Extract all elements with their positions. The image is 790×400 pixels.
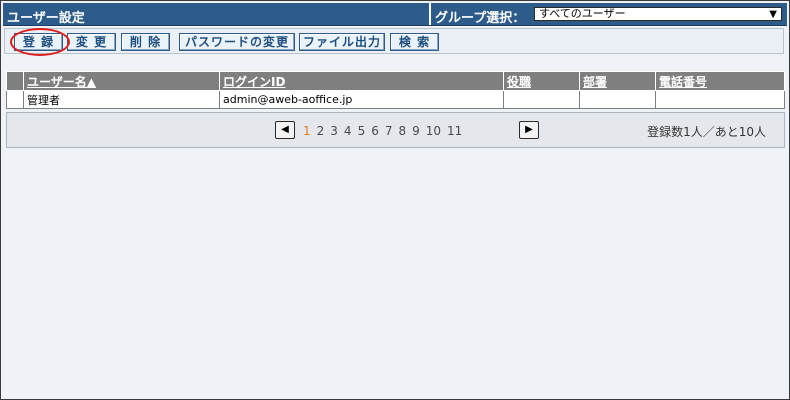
cell-position (503, 90, 580, 109)
change-button[interactable]: 変 更 (67, 33, 116, 51)
group-select-value: すべてのユーザー (539, 7, 626, 20)
page-link-3[interactable]: 3 (330, 124, 338, 138)
page-title: ユーザー設定 (7, 11, 85, 26)
cell-login-id: admin@aweb-aoffice.jp (219, 90, 504, 109)
column-header-phone[interactable]: 電話番号 (655, 71, 785, 91)
page-link-6[interactable]: 6 (371, 124, 379, 138)
column-header-position[interactable]: 役職 (503, 71, 580, 91)
right-arrow-icon: ▶ (525, 124, 533, 135)
user-table: ユーザー名▲ ログインID 役職 部署 電話番号 管理者 admin@aweb-… (6, 71, 785, 109)
page-link-2[interactable]: 2 (317, 124, 325, 138)
page-link-4[interactable]: 4 (344, 124, 352, 138)
table-row[interactable]: 管理者 admin@aweb-aoffice.jp (6, 90, 785, 109)
delete-button[interactable]: 削 除 (121, 33, 170, 51)
page-link-10[interactable]: 10 (426, 124, 441, 138)
search-button[interactable]: 検 索 (390, 33, 439, 51)
left-arrow-icon: ◀ (281, 124, 289, 135)
group-select-label: グループ選択： (435, 11, 526, 26)
register-button[interactable]: 登 録 (14, 33, 63, 51)
toolbar: 登 録 変 更 削 除 パスワードの変更 ファイル出力 検 索 (4, 28, 784, 54)
password-change-button[interactable]: パスワードの変更 (179, 33, 295, 51)
column-header-username[interactable]: ユーザー名▲ (23, 71, 220, 91)
column-header-login-id[interactable]: ログインID (219, 71, 504, 91)
column-header-department[interactable]: 部署 (579, 71, 656, 91)
page-number-list: 1 2 3 4 5 6 7 8 9 10 11 (303, 124, 468, 138)
cell-phone (655, 90, 785, 109)
page-link-9[interactable]: 9 (412, 124, 420, 138)
chevron-down-icon: ▼ (769, 9, 777, 20)
cell-department (579, 90, 656, 109)
page-link-5[interactable]: 5 (358, 124, 366, 138)
file-output-button[interactable]: ファイル出力 (299, 33, 385, 51)
user-settings-window: ユーザー設定 グループ選択： すべてのユーザー ▼ 登 録 変 更 削 除 パス… (0, 0, 790, 400)
row-select-cell[interactable] (6, 90, 24, 109)
cell-username: 管理者 (23, 90, 220, 109)
registration-count: 登録数1人／あと10人 (647, 125, 766, 139)
page-link-7[interactable]: 7 (385, 124, 393, 138)
select-column-header (6, 71, 24, 91)
header-divider (429, 3, 431, 25)
pagination-bar: ◀ 1 2 3 4 5 6 7 8 9 10 11 ▶ 登録数1人／あと10人 (6, 112, 785, 148)
prev-page-button[interactable]: ◀ (275, 121, 295, 139)
page-link-11[interactable]: 11 (447, 124, 462, 138)
header-bar: ユーザー設定 グループ選択： すべてのユーザー ▼ (3, 3, 787, 26)
group-select[interactable]: すべてのユーザー ▼ (534, 7, 782, 21)
page-link-1[interactable]: 1 (303, 124, 311, 138)
table-header-row: ユーザー名▲ ログインID 役職 部署 電話番号 (6, 71, 785, 91)
page-link-8[interactable]: 8 (398, 124, 406, 138)
next-page-button[interactable]: ▶ (519, 121, 539, 139)
